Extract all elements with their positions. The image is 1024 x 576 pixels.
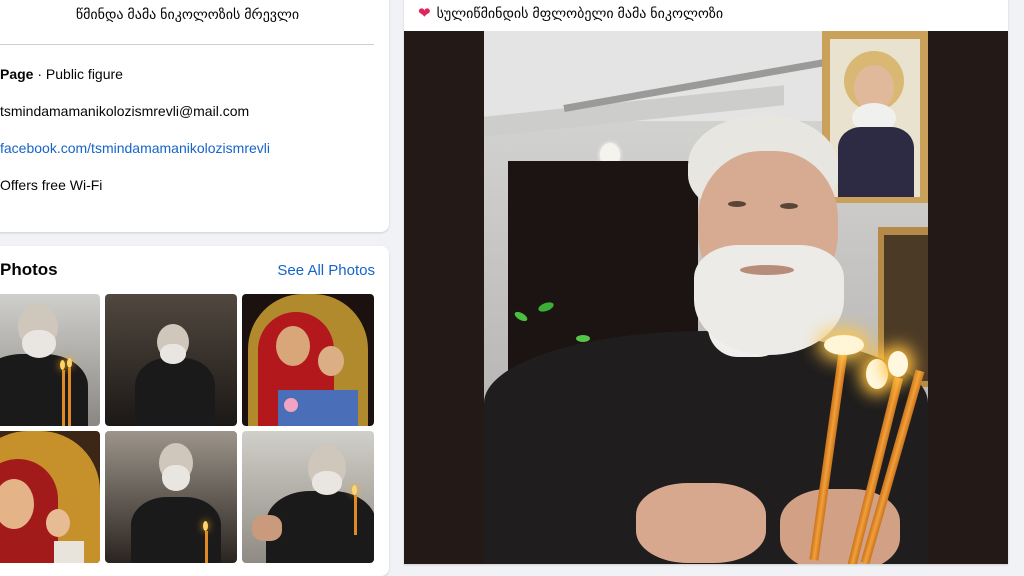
- heart-icon: ❤: [418, 5, 431, 22]
- photo-thumbnail[interactable]: [0, 294, 100, 426]
- photos-card: Photos See All Photos: [0, 246, 389, 576]
- post-header: ❤ სულიწმინდის მფლობელი მამა ნიკოლოზი: [418, 4, 724, 23]
- post-video[interactable]: [404, 31, 1008, 564]
- see-all-photos-link[interactable]: See All Photos: [277, 262, 375, 279]
- photo-thumbnail[interactable]: [0, 431, 100, 563]
- post-title: სულიწმინდის მფლობელი მამა ნიკოლოზი: [436, 4, 724, 21]
- post-card: ❤ სულიწმინდის მფლობელი მამა ნიკოლოზი: [404, 0, 1008, 564]
- video-frame: [484, 31, 928, 564]
- photos-heading: Photos: [0, 260, 58, 279]
- page-category-text: · Public figure: [33, 66, 123, 82]
- photo-thumbnail[interactable]: [105, 294, 237, 426]
- intro-card: წმინდა მამა ნიკოლოზის მრევლი Page · Publ…: [0, 0, 389, 232]
- page-category: Page · Public figure: [0, 66, 123, 82]
- page-type-label: Page: [0, 66, 34, 82]
- wifi-info: Offers free Wi-Fi: [0, 177, 103, 193]
- email-text[interactable]: tsmindamamanikolozismrevli@mail.com: [0, 103, 249, 119]
- page-bio: წმინდა მამა ნიკოლოზის მრევლი: [75, 6, 300, 22]
- website-link[interactable]: facebook.com/tsmindamamanikolozismrevli: [0, 140, 270, 156]
- photo-thumbnail[interactable]: [242, 431, 374, 563]
- photo-thumbnail[interactable]: [242, 294, 374, 426]
- photo-thumbnail[interactable]: [105, 431, 237, 563]
- divider: [0, 44, 374, 45]
